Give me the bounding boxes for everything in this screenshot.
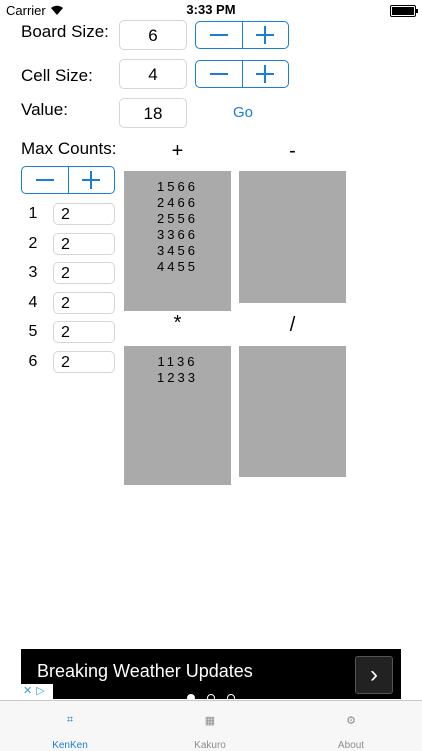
max-counts-stepper[interactable] xyxy=(21,166,115,194)
combination: 1136 xyxy=(157,354,198,369)
count-number: 3 xyxy=(28,264,38,281)
plus-combinations-panel: 1566 2466 2556 3366 3456 4455 xyxy=(124,171,231,311)
tab-label: KenKen xyxy=(52,740,88,751)
board-size-label: Board Size: xyxy=(21,22,109,41)
op-times-label: * xyxy=(173,312,182,334)
count-field[interactable]: 2 xyxy=(53,232,115,255)
count-number: 4 xyxy=(28,293,38,311)
op-minus-label: - xyxy=(289,140,296,162)
minus-icon[interactable] xyxy=(196,61,242,87)
combination: 2466 xyxy=(157,195,198,210)
combination: 1233 xyxy=(157,370,198,385)
combination: 3456 xyxy=(157,243,198,258)
op-divide-label: / xyxy=(289,314,296,336)
status-bar: Carrier 3:33 PM xyxy=(0,0,422,20)
minus-icon[interactable] xyxy=(22,167,68,193)
go-button[interactable]: Go xyxy=(233,104,253,121)
cell-size-label: Cell Size: xyxy=(21,66,93,85)
combination: 2556 xyxy=(157,211,198,226)
board-size-field[interactable]: 6 xyxy=(119,20,187,50)
combination: 4455 xyxy=(157,259,198,274)
times-combinations-panel: 1136 1233 xyxy=(124,346,231,485)
divide-combinations-panel xyxy=(239,346,346,477)
max-counts-label: Max Counts: xyxy=(21,139,117,158)
value-field[interactable]: 18 xyxy=(119,98,187,128)
tab-label: Kakuro xyxy=(194,740,226,751)
value-label: Value: xyxy=(21,100,68,119)
tab-label: About xyxy=(337,740,365,751)
plus-icon[interactable] xyxy=(67,167,115,193)
count-field[interactable]: 2 xyxy=(53,262,115,284)
count-number: 1 xyxy=(28,205,38,222)
minus-combinations-panel xyxy=(239,171,346,303)
count-field[interactable]: 2 xyxy=(53,321,115,343)
count-field[interactable]: 2 xyxy=(53,203,115,225)
gear-icon: ⚙ xyxy=(346,715,356,727)
count-field[interactable]: 2 xyxy=(53,291,115,314)
cell-size-stepper[interactable] xyxy=(195,60,289,88)
ad-text: Breaking Weather Updates xyxy=(37,661,253,681)
grid-icon: ⌗ xyxy=(66,714,74,726)
plus-icon[interactable] xyxy=(241,22,289,48)
op-plus-label: + xyxy=(171,140,184,162)
board-size-stepper[interactable] xyxy=(195,21,289,49)
count-number: 6 xyxy=(28,352,38,370)
tab-about[interactable]: ⚙ About xyxy=(281,701,421,751)
minus-icon[interactable] xyxy=(196,22,242,48)
count-number: 5 xyxy=(28,323,38,340)
clock: 3:33 PM xyxy=(186,2,236,17)
kakuro-icon: ▦ xyxy=(204,715,216,727)
combination: 1566 xyxy=(157,179,198,194)
count-field[interactable]: 2 xyxy=(53,350,115,373)
tab-kenken[interactable]: ⌗ KenKen xyxy=(0,701,140,751)
combination: 3366 xyxy=(157,227,198,242)
count-number: 2 xyxy=(28,234,38,252)
battery-icon xyxy=(390,5,418,17)
tab-bar: ⌗ KenKen ▦ Kakuro ⚙ About xyxy=(0,700,422,751)
tab-kakuro[interactable]: ▦ Kakuro xyxy=(140,701,280,751)
plus-icon[interactable] xyxy=(241,61,289,87)
cell-size-field[interactable]: 4 xyxy=(119,59,187,89)
